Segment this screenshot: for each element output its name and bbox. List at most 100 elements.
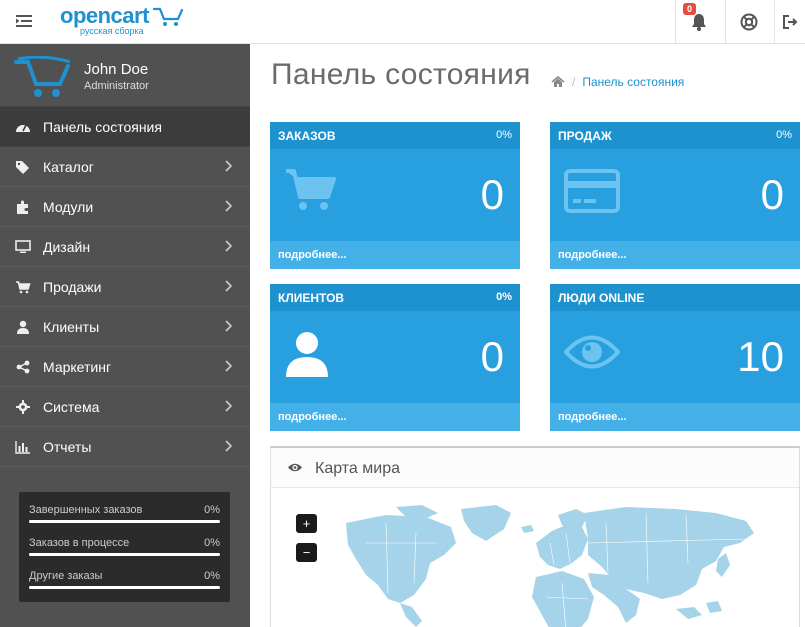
user-icon [286,332,328,377]
user-icon [17,320,29,334]
map-region-north-america [346,515,456,603]
breadcrumb: / Панель состояния [551,75,684,89]
notifications-button[interactable]: 0 [675,0,721,44]
stat-label: Заказов в процессе [29,537,130,549]
tile-title: ПРОДАЖ [558,129,612,143]
opencart-logo[interactable]: opencart русская сборка [60,2,184,42]
gear-icon [16,400,30,414]
chevron-right-icon [225,280,232,292]
user-profile[interactable]: John Doe Administrator [0,44,250,107]
sidebar-item-label: Продажи [43,279,102,295]
stat-label: Завершенных заказов [29,504,143,516]
map-zoom-out-button[interactable]: − [296,543,317,562]
tile-percent: 0% [496,291,512,303]
bar-chart-icon [15,441,30,454]
user-role: Administrator [84,80,149,92]
notification-count-badge: 0 [683,3,697,15]
sidebar-item-marketing[interactable]: Маркетинг [0,347,250,387]
sidebar-item-reports[interactable]: Отчеты [0,427,250,467]
sidebar-item-label: Система [43,399,100,415]
sidebar-item-modules[interactable]: Модули [0,187,250,227]
sidebar-item-label: Панель состояния [43,119,162,135]
sidebar-item-system[interactable]: Система [0,387,250,427]
tile-title: ЗАКАЗОВ [278,129,336,143]
cart-icon [16,281,31,294]
sidebar-item-catalog[interactable]: Каталог [0,147,250,187]
home-icon[interactable] [551,76,565,88]
stat-processing-orders: Заказов в процессе 0% [29,525,220,558]
help-button[interactable] [725,0,771,44]
tile-title: КЛИЕНТОВ [278,291,345,305]
credit-card-icon [564,169,620,213]
breadcrumb-link-dashboard[interactable]: Панель состояния [582,75,684,89]
tile-more-link[interactable]: подробнее... [550,403,800,431]
eye-icon [564,335,620,369]
tile-percent: 0% [496,129,512,141]
tile-value: 0 [480,333,504,380]
tags-icon [16,161,29,174]
stat-progress-bar [29,520,220,523]
dashboard-icon [16,124,30,132]
cart-icon [286,169,336,210]
life-ring-icon [740,13,757,31]
tile-more-label: подробнее... [558,249,627,261]
chevron-right-icon [225,240,232,252]
tile-value: 0 [760,171,784,218]
monitor-icon [15,240,31,253]
user-name: John Doe [84,61,149,78]
map-region-iceland [521,525,534,533]
chevron-right-icon [225,360,232,372]
top-header: opencart русская сборка 0 [0,0,805,44]
world-map-title: Карта мира [315,460,400,477]
tile-value: 10 [737,333,784,380]
sign-out-icon [783,15,798,29]
menu-toggle-icon[interactable] [14,12,36,30]
tile-value: 0 [480,171,504,218]
logo-cart-icon [152,7,184,26]
stat-progress-bar [29,586,220,589]
stat-label: Другие заказы [29,570,103,582]
sidebar-item-sales[interactable]: Продажи [0,267,250,307]
chevron-right-icon [225,200,232,212]
sidebar-item-label: Дизайн [43,239,91,255]
stat-value: 0% [204,504,220,516]
map-region-central-america [400,603,422,627]
tile-more-label: подробнее... [558,411,627,423]
puzzle-icon [17,200,28,214]
chevron-right-icon [225,400,232,412]
tile-more-link[interactable]: подробнее... [270,241,520,269]
stat-progress-bar [29,553,220,556]
logout-button[interactable] [774,0,805,44]
tile-title: ЛЮДИ ONLINE [558,291,645,305]
tile-percent: 0% [776,129,792,141]
tile-people-online: ЛЮДИ ONLINE 10 подробнее... [550,284,800,431]
map-region-greenland [461,505,511,541]
sidebar-item-design[interactable]: Дизайн [0,227,250,267]
share-icon [16,360,30,374]
sidebar-item-label: Маркетинг [43,359,112,375]
bell-icon [691,14,706,31]
breadcrumb-separator: / [572,75,576,89]
sidebar-item-dashboard[interactable]: Панель состояния [0,107,250,147]
map-zoom-in-button[interactable]: + [296,514,317,533]
world-map-panel: Карта мира + − [270,446,800,627]
tile-more-link[interactable]: подробнее... [550,241,800,269]
stat-other-orders: Другие заказы 0% [29,558,220,591]
sidebar-item-customers[interactable]: Клиенты [0,307,250,347]
tile-more-label: подробнее... [278,249,347,261]
tile-customers: КЛИЕНТОВ 0% 0 подробнее... [270,284,520,431]
eye-icon [288,463,302,472]
stat-value: 0% [204,570,220,582]
tile-orders: ЗАКАЗОВ 0% 0 подробнее... [270,122,520,269]
tile-more-label: подробнее... [278,411,347,423]
order-stats-panel: Завершенных заказов 0% Заказов в процесс… [19,492,230,602]
page-title: Панель состояния [271,58,531,91]
chevron-right-icon [225,440,232,452]
map-region-se-asia [676,607,702,619]
chevron-right-icon [225,320,232,332]
tile-sales: ПРОДАЖ 0% 0 подробнее... [550,122,800,269]
world-map[interactable] [326,503,756,627]
map-region-philippines [706,601,722,613]
sidebar: John Doe Administrator Панель состояния … [0,44,250,627]
tile-more-link[interactable]: подробнее... [270,403,520,431]
